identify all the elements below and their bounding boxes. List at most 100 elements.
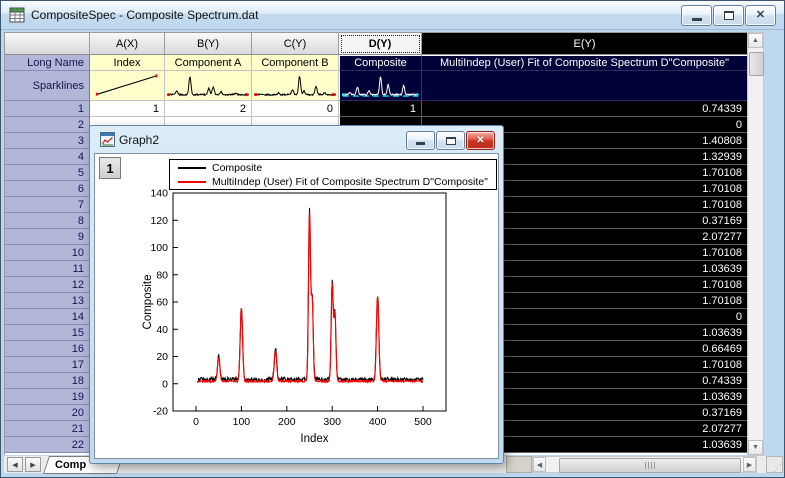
cell-b-1[interactable]: 2 bbox=[165, 101, 252, 117]
y-tick-label: -20 bbox=[153, 406, 168, 418]
close-icon: ✕ bbox=[476, 136, 484, 146]
graph-close-button[interactable]: ✕ bbox=[466, 131, 495, 150]
legend-entry: MultiIndep (User) Fit of Composite Spect… bbox=[172, 175, 494, 189]
y-axis-label: Composite bbox=[142, 275, 154, 330]
column-header-b[interactable]: B(Y) bbox=[165, 33, 252, 55]
column-header-d[interactable]: D(Y) bbox=[339, 33, 422, 55]
row-header-3[interactable]: 3 bbox=[5, 133, 90, 149]
row-header-18[interactable]: 18 bbox=[5, 373, 90, 389]
tab-next-button[interactable]: ▶ bbox=[25, 457, 41, 472]
graph-titlebar[interactable]: Graph2 ✕ bbox=[92, 128, 501, 151]
tab-next-icon: ▶ bbox=[30, 461, 35, 469]
row-header-11[interactable]: 11 bbox=[5, 261, 90, 277]
row-header-5[interactable]: 5 bbox=[5, 165, 90, 181]
cell-d-1[interactable]: 1 bbox=[339, 101, 422, 117]
long-name-cell[interactable]: Composite bbox=[339, 55, 422, 71]
x-axis-label: Index bbox=[300, 433, 328, 445]
sparkline-cell[interactable] bbox=[252, 71, 339, 101]
sparkline-cell[interactable] bbox=[422, 71, 748, 101]
row-header-20[interactable]: 20 bbox=[5, 405, 90, 421]
row-header-1[interactable]: 1 bbox=[5, 101, 90, 117]
legend-entry: Composite bbox=[172, 161, 494, 175]
row-header-21[interactable]: 21 bbox=[5, 421, 90, 437]
scroll-right-icon: ▶ bbox=[747, 461, 752, 469]
scroll-down-button[interactable]: ▼ bbox=[748, 440, 763, 455]
column-header-e[interactable]: E(Y) bbox=[422, 33, 748, 55]
scroll-left-button[interactable]: ◀ bbox=[533, 457, 546, 472]
cell-e-1[interactable]: 0.74339 bbox=[422, 101, 748, 117]
origin-workspace: CompositeSpec - Composite Spectrum.dat ✕… bbox=[0, 0, 785, 478]
restore-button[interactable] bbox=[713, 5, 744, 26]
row-header-2[interactable]: 2 bbox=[5, 117, 90, 133]
graph-restore-button[interactable] bbox=[436, 131, 465, 150]
row-header-15[interactable]: 15 bbox=[5, 325, 90, 341]
cell-a-1[interactable]: 1 bbox=[90, 101, 165, 117]
row-label-sparklines: Sparklines bbox=[5, 71, 90, 101]
row-header-13[interactable]: 13 bbox=[5, 293, 90, 309]
scroll-up-icon: ▲ bbox=[752, 37, 759, 44]
x-tick-label: 500 bbox=[414, 416, 432, 428]
layer-badge[interactable]: 1 bbox=[99, 157, 121, 179]
scroll-left-icon: ◀ bbox=[537, 461, 542, 469]
x-tick-label: 200 bbox=[278, 416, 296, 428]
row-header-22[interactable]: 22 bbox=[5, 437, 90, 453]
close-icon: ✕ bbox=[756, 10, 765, 21]
worksheet-window-title: CompositeSpec - Composite Spectrum.dat bbox=[31, 8, 258, 22]
row-header-8[interactable]: 8 bbox=[5, 213, 90, 229]
scroll-up-button[interactable]: ▲ bbox=[748, 33, 763, 48]
worksheet-icon bbox=[9, 7, 25, 23]
graph-legend[interactable]: Composite MultiIndep (User) Fit of Compo… bbox=[169, 159, 497, 190]
y-tick-label: 140 bbox=[150, 188, 168, 200]
legend-line-fit bbox=[178, 181, 206, 183]
legend-line-composite bbox=[178, 167, 206, 169]
x-tick-label: 0 bbox=[193, 416, 199, 428]
column-header-c[interactable]: C(Y) bbox=[252, 33, 339, 55]
minimize-icon bbox=[416, 142, 425, 145]
long-name-cell[interactable]: Index bbox=[90, 55, 165, 71]
tab-prev-button[interactable]: ◀ bbox=[7, 457, 23, 472]
row-header-4[interactable]: 4 bbox=[5, 149, 90, 165]
y-tick-label: 0 bbox=[162, 378, 168, 390]
legend-label-composite: Composite bbox=[212, 162, 262, 174]
horizontal-scrollbar[interactable]: ◀ ▶ bbox=[532, 456, 757, 473]
cell-c-1[interactable]: 0 bbox=[252, 101, 339, 117]
graph-window-title: Graph2 bbox=[119, 133, 159, 147]
horizontal-scrollbar-thumb[interactable] bbox=[559, 458, 741, 473]
pane-splitter[interactable] bbox=[506, 456, 532, 473]
row-header-16[interactable]: 16 bbox=[5, 341, 90, 357]
sparkline-index bbox=[92, 72, 162, 99]
vertical-scrollbar-thumb[interactable] bbox=[749, 52, 764, 76]
y-tick-label: 20 bbox=[156, 351, 168, 363]
row-header-9[interactable]: 9 bbox=[5, 229, 90, 245]
long-name-cell[interactable]: Component A bbox=[165, 55, 252, 71]
resize-grip[interactable]: ⋰ bbox=[766, 456, 783, 473]
sparkline-cell[interactable] bbox=[339, 71, 422, 101]
row-header-6[interactable]: 6 bbox=[5, 181, 90, 197]
x-tick-label: 100 bbox=[233, 416, 251, 428]
y-tick-label: 60 bbox=[156, 297, 168, 309]
sparkline-cell[interactable] bbox=[165, 71, 252, 101]
sparkline-cell[interactable] bbox=[90, 71, 165, 101]
row-header-12[interactable]: 12 bbox=[5, 277, 90, 293]
y-tick-label: 100 bbox=[150, 242, 168, 254]
x-tick-label: 300 bbox=[323, 416, 341, 428]
corner-cell[interactable] bbox=[5, 33, 90, 55]
worksheet-titlebar[interactable]: CompositeSpec - Composite Spectrum.dat ✕ bbox=[1, 1, 785, 30]
column-header-a[interactable]: A(X) bbox=[90, 33, 165, 55]
graph-minimize-button[interactable] bbox=[406, 131, 435, 150]
row-header-14[interactable]: 14 bbox=[5, 309, 90, 325]
close-button[interactable]: ✕ bbox=[745, 5, 776, 26]
row-header-19[interactable]: 19 bbox=[5, 389, 90, 405]
row-header-17[interactable]: 17 bbox=[5, 357, 90, 373]
y-tick-label: 120 bbox=[150, 215, 168, 227]
resize-grip-icon: ⋰ bbox=[773, 465, 782, 472]
row-header-10[interactable]: 10 bbox=[5, 245, 90, 261]
minimize-button[interactable] bbox=[681, 5, 712, 26]
long-name-cell[interactable]: MultiIndep (User) Fit of Composite Spect… bbox=[422, 55, 748, 71]
row-header-7[interactable]: 7 bbox=[5, 197, 90, 213]
sparkline-component_a bbox=[167, 72, 249, 99]
scroll-right-button[interactable]: ▶ bbox=[743, 457, 756, 472]
long-name-cell[interactable]: Component B bbox=[252, 55, 339, 71]
vertical-scrollbar[interactable]: ▲ ▼ bbox=[747, 32, 764, 456]
sparkline-component_b bbox=[254, 72, 336, 99]
